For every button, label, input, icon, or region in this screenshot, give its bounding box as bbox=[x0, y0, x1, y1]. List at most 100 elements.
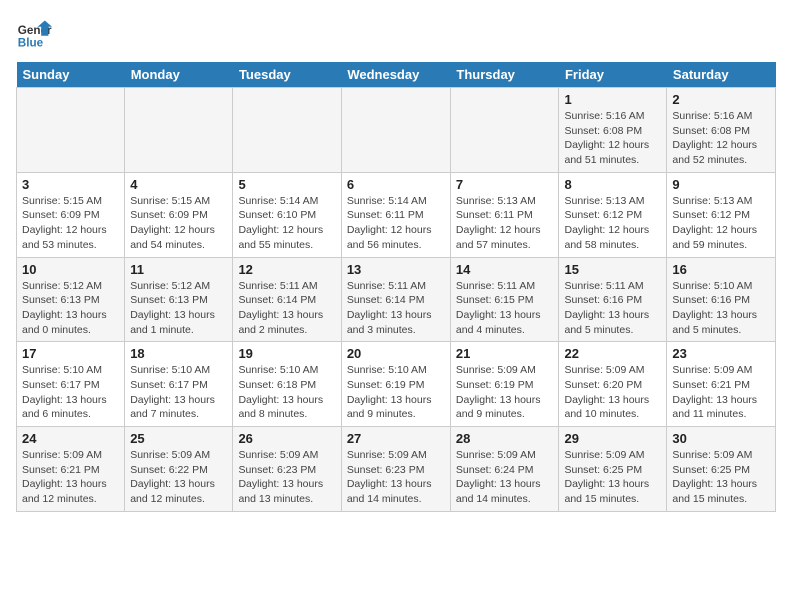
day-info: Sunrise: 5:11 AM Sunset: 6:16 PM Dayligh… bbox=[564, 279, 661, 338]
day-info: Sunrise: 5:09 AM Sunset: 6:25 PM Dayligh… bbox=[672, 448, 770, 507]
day-cell: 27 Sunrise: 5:09 AM Sunset: 6:23 PM Dayli… bbox=[341, 427, 450, 512]
day-info: Sunrise: 5:10 AM Sunset: 6:17 PM Dayligh… bbox=[22, 363, 119, 422]
day-cell: 9 Sunrise: 5:13 AM Sunset: 6:12 PM Daylig… bbox=[667, 172, 776, 257]
day-cell: 11Sunrise: 5:12 AM Sunset: 6:13 PM Dayli… bbox=[125, 257, 233, 342]
week-row-5: 24 Sunrise: 5:09 AM Sunset: 6:21 PM Dayli… bbox=[17, 427, 776, 512]
day-info: Sunrise: 5:14 AM Sunset: 6:10 PM Dayligh… bbox=[238, 194, 335, 253]
day-cell: 24 Sunrise: 5:09 AM Sunset: 6:21 PM Dayli… bbox=[17, 427, 125, 512]
day-number: 12 bbox=[238, 262, 335, 277]
day-number: 28 bbox=[456, 431, 554, 446]
weekday-saturday: Saturday bbox=[667, 62, 776, 88]
day-cell: 21Sunrise: 5:09 AM Sunset: 6:19 PM Dayli… bbox=[450, 342, 559, 427]
week-row-4: 17 Sunrise: 5:10 AM Sunset: 6:17 PM Dayli… bbox=[17, 342, 776, 427]
weekday-sunday: Sunday bbox=[17, 62, 125, 88]
day-info: Sunrise: 5:09 AM Sunset: 6:20 PM Dayligh… bbox=[564, 363, 661, 422]
day-cell: 25Sunrise: 5:09 AM Sunset: 6:22 PM Dayli… bbox=[125, 427, 233, 512]
day-cell: 13 Sunrise: 5:11 AM Sunset: 6:14 PM Dayli… bbox=[341, 257, 450, 342]
day-info: Sunrise: 5:12 AM Sunset: 6:13 PM Dayligh… bbox=[130, 279, 227, 338]
weekday-friday: Friday bbox=[559, 62, 667, 88]
weekday-monday: Monday bbox=[125, 62, 233, 88]
day-cell: 19 Sunrise: 5:10 AM Sunset: 6:18 PM Dayli… bbox=[233, 342, 341, 427]
day-number: 22 bbox=[564, 346, 661, 361]
day-cell: 1 Sunrise: 5:16 AM Sunset: 6:08 PM Daylig… bbox=[559, 88, 667, 173]
day-cell bbox=[233, 88, 341, 173]
day-info: Sunrise: 5:15 AM Sunset: 6:09 PM Dayligh… bbox=[130, 194, 227, 253]
day-info: Sunrise: 5:11 AM Sunset: 6:14 PM Dayligh… bbox=[347, 279, 445, 338]
weekday-header-row: SundayMondayTuesdayWednesdayThursdayFrid… bbox=[17, 62, 776, 88]
day-number: 13 bbox=[347, 262, 445, 277]
day-number: 2 bbox=[672, 92, 770, 107]
day-number: 19 bbox=[238, 346, 335, 361]
day-cell: 22 Sunrise: 5:09 AM Sunset: 6:20 PM Dayli… bbox=[559, 342, 667, 427]
day-info: Sunrise: 5:10 AM Sunset: 6:18 PM Dayligh… bbox=[238, 363, 335, 422]
day-number: 29 bbox=[564, 431, 661, 446]
day-number: 10 bbox=[22, 262, 119, 277]
day-cell: 15 Sunrise: 5:11 AM Sunset: 6:16 PM Dayli… bbox=[559, 257, 667, 342]
week-row-1: 1 Sunrise: 5:16 AM Sunset: 6:08 PM Daylig… bbox=[17, 88, 776, 173]
day-info: Sunrise: 5:11 AM Sunset: 6:15 PM Dayligh… bbox=[456, 279, 554, 338]
day-info: Sunrise: 5:16 AM Sunset: 6:08 PM Dayligh… bbox=[564, 109, 661, 168]
day-cell: 30Sunrise: 5:09 AM Sunset: 6:25 PM Dayli… bbox=[667, 427, 776, 512]
day-info: Sunrise: 5:09 AM Sunset: 6:23 PM Dayligh… bbox=[347, 448, 445, 507]
day-info: Sunrise: 5:13 AM Sunset: 6:12 PM Dayligh… bbox=[672, 194, 770, 253]
day-number: 20 bbox=[347, 346, 445, 361]
weekday-tuesday: Tuesday bbox=[233, 62, 341, 88]
day-info: Sunrise: 5:09 AM Sunset: 6:25 PM Dayligh… bbox=[564, 448, 661, 507]
day-number: 4 bbox=[130, 177, 227, 192]
day-cell: 23 Sunrise: 5:09 AM Sunset: 6:21 PM Dayli… bbox=[667, 342, 776, 427]
day-number: 9 bbox=[672, 177, 770, 192]
day-number: 21 bbox=[456, 346, 554, 361]
day-info: Sunrise: 5:09 AM Sunset: 6:21 PM Dayligh… bbox=[672, 363, 770, 422]
day-number: 26 bbox=[238, 431, 335, 446]
day-cell: 29 Sunrise: 5:09 AM Sunset: 6:25 PM Dayli… bbox=[559, 427, 667, 512]
day-number: 23 bbox=[672, 346, 770, 361]
weekday-wednesday: Wednesday bbox=[341, 62, 450, 88]
day-number: 18 bbox=[130, 346, 227, 361]
day-cell: 14 Sunrise: 5:11 AM Sunset: 6:15 PM Dayli… bbox=[450, 257, 559, 342]
week-row-2: 3 Sunrise: 5:15 AM Sunset: 6:09 PM Daylig… bbox=[17, 172, 776, 257]
day-cell bbox=[17, 88, 125, 173]
day-cell bbox=[125, 88, 233, 173]
logo-icon: General Blue bbox=[16, 16, 52, 52]
day-info: Sunrise: 5:09 AM Sunset: 6:23 PM Dayligh… bbox=[238, 448, 335, 507]
day-cell: 12Sunrise: 5:11 AM Sunset: 6:14 PM Dayli… bbox=[233, 257, 341, 342]
day-cell: 2 Sunrise: 5:16 AM Sunset: 6:08 PM Daylig… bbox=[667, 88, 776, 173]
day-info: Sunrise: 5:09 AM Sunset: 6:21 PM Dayligh… bbox=[22, 448, 119, 507]
day-cell: 17 Sunrise: 5:10 AM Sunset: 6:17 PM Dayli… bbox=[17, 342, 125, 427]
day-number: 14 bbox=[456, 262, 554, 277]
day-info: Sunrise: 5:16 AM Sunset: 6:08 PM Dayligh… bbox=[672, 109, 770, 168]
header: General Blue bbox=[16, 16, 776, 52]
day-cell: 5 Sunrise: 5:14 AM Sunset: 6:10 PM Daylig… bbox=[233, 172, 341, 257]
day-number: 7 bbox=[456, 177, 554, 192]
day-number: 5 bbox=[238, 177, 335, 192]
day-cell: 4 Sunrise: 5:15 AM Sunset: 6:09 PM Daylig… bbox=[125, 172, 233, 257]
day-number: 1 bbox=[564, 92, 661, 107]
day-cell: 6 Sunrise: 5:14 AM Sunset: 6:11 PM Daylig… bbox=[341, 172, 450, 257]
day-number: 8 bbox=[564, 177, 661, 192]
svg-text:Blue: Blue bbox=[18, 37, 44, 50]
day-cell: 16Sunrise: 5:10 AM Sunset: 6:16 PM Dayli… bbox=[667, 257, 776, 342]
day-info: Sunrise: 5:13 AM Sunset: 6:12 PM Dayligh… bbox=[564, 194, 661, 253]
logo: General Blue bbox=[16, 16, 52, 52]
day-cell: 26 Sunrise: 5:09 AM Sunset: 6:23 PM Dayli… bbox=[233, 427, 341, 512]
day-info: Sunrise: 5:14 AM Sunset: 6:11 PM Dayligh… bbox=[347, 194, 445, 253]
day-info: Sunrise: 5:10 AM Sunset: 6:17 PM Dayligh… bbox=[130, 363, 227, 422]
day-number: 3 bbox=[22, 177, 119, 192]
day-cell bbox=[450, 88, 559, 173]
week-row-3: 10 Sunrise: 5:12 AM Sunset: 6:13 PM Dayli… bbox=[17, 257, 776, 342]
day-number: 24 bbox=[22, 431, 119, 446]
day-cell: 28Sunrise: 5:09 AM Sunset: 6:24 PM Dayli… bbox=[450, 427, 559, 512]
day-info: Sunrise: 5:10 AM Sunset: 6:19 PM Dayligh… bbox=[347, 363, 445, 422]
day-number: 17 bbox=[22, 346, 119, 361]
day-cell: 7Sunrise: 5:13 AM Sunset: 6:11 PM Daylig… bbox=[450, 172, 559, 257]
day-cell: 3Sunrise: 5:15 AM Sunset: 6:09 PM Daylig… bbox=[17, 172, 125, 257]
day-number: 27 bbox=[347, 431, 445, 446]
day-info: Sunrise: 5:12 AM Sunset: 6:13 PM Dayligh… bbox=[22, 279, 119, 338]
day-cell: 10 Sunrise: 5:12 AM Sunset: 6:13 PM Dayli… bbox=[17, 257, 125, 342]
day-cell: 18 Sunrise: 5:10 AM Sunset: 6:17 PM Dayli… bbox=[125, 342, 233, 427]
day-number: 6 bbox=[347, 177, 445, 192]
day-cell bbox=[341, 88, 450, 173]
weekday-thursday: Thursday bbox=[450, 62, 559, 88]
day-number: 15 bbox=[564, 262, 661, 277]
day-number: 16 bbox=[672, 262, 770, 277]
